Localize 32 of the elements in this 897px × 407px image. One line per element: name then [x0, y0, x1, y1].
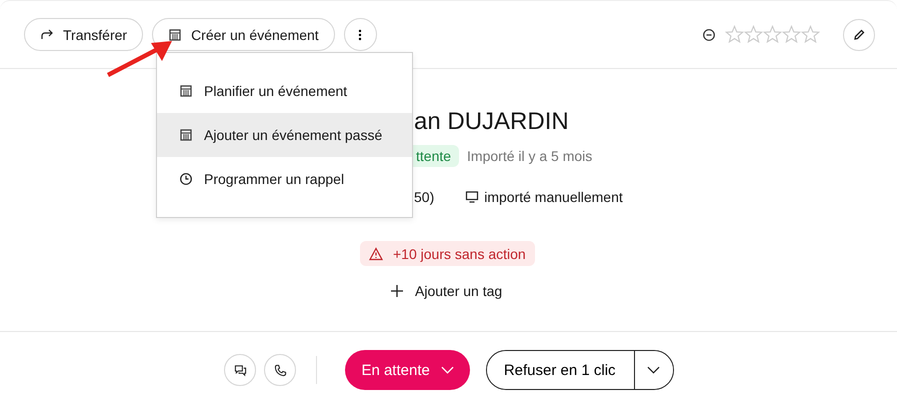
chat-icon [234, 364, 247, 376]
refuse-button[interactable]: Refuser en 1 clic [486, 351, 635, 389]
minus-circle-icon[interactable] [702, 28, 716, 42]
calendar-icon [168, 28, 182, 42]
menu-item[interactable]: Planifier un événement [157, 69, 412, 113]
calendar-icon [179, 84, 193, 98]
status-dropdown-button[interactable]: En attente [345, 350, 470, 390]
phone-button[interactable] [264, 354, 296, 386]
import-date: Importé il y a 5 mois [467, 148, 592, 164]
chevron-down-icon [440, 366, 454, 374]
phone-icon [274, 364, 287, 376]
pencil-icon [852, 28, 866, 42]
forward-icon [40, 28, 54, 42]
edit-button[interactable] [843, 18, 875, 50]
toolbar-button[interactable]: Transférer [24, 18, 144, 51]
source-label: importé manuellement [484, 189, 623, 205]
toolbar-button[interactable]: Créer un événement [152, 18, 335, 51]
chevron-down-icon [647, 366, 660, 374]
star-rating[interactable] [725, 25, 820, 44]
candidate-info: 50) [414, 189, 434, 205]
add-tag-button[interactable]: Ajouter un tag [390, 283, 502, 299]
monitor-icon [465, 190, 480, 204]
alert-badge: +10 jours sans action [360, 241, 535, 266]
clock-icon [179, 172, 193, 186]
candidate-name: an DUJARDIN [414, 108, 569, 135]
status-badge: ttente [413, 145, 460, 167]
menu-item[interactable]: Programmer un rappel [157, 157, 412, 201]
more-icon [358, 28, 362, 42]
chat-button[interactable] [224, 354, 256, 386]
menu-item[interactable]: Ajouter un événement passé [157, 113, 412, 157]
calendar-icon [179, 128, 193, 142]
plus-icon [390, 284, 404, 298]
